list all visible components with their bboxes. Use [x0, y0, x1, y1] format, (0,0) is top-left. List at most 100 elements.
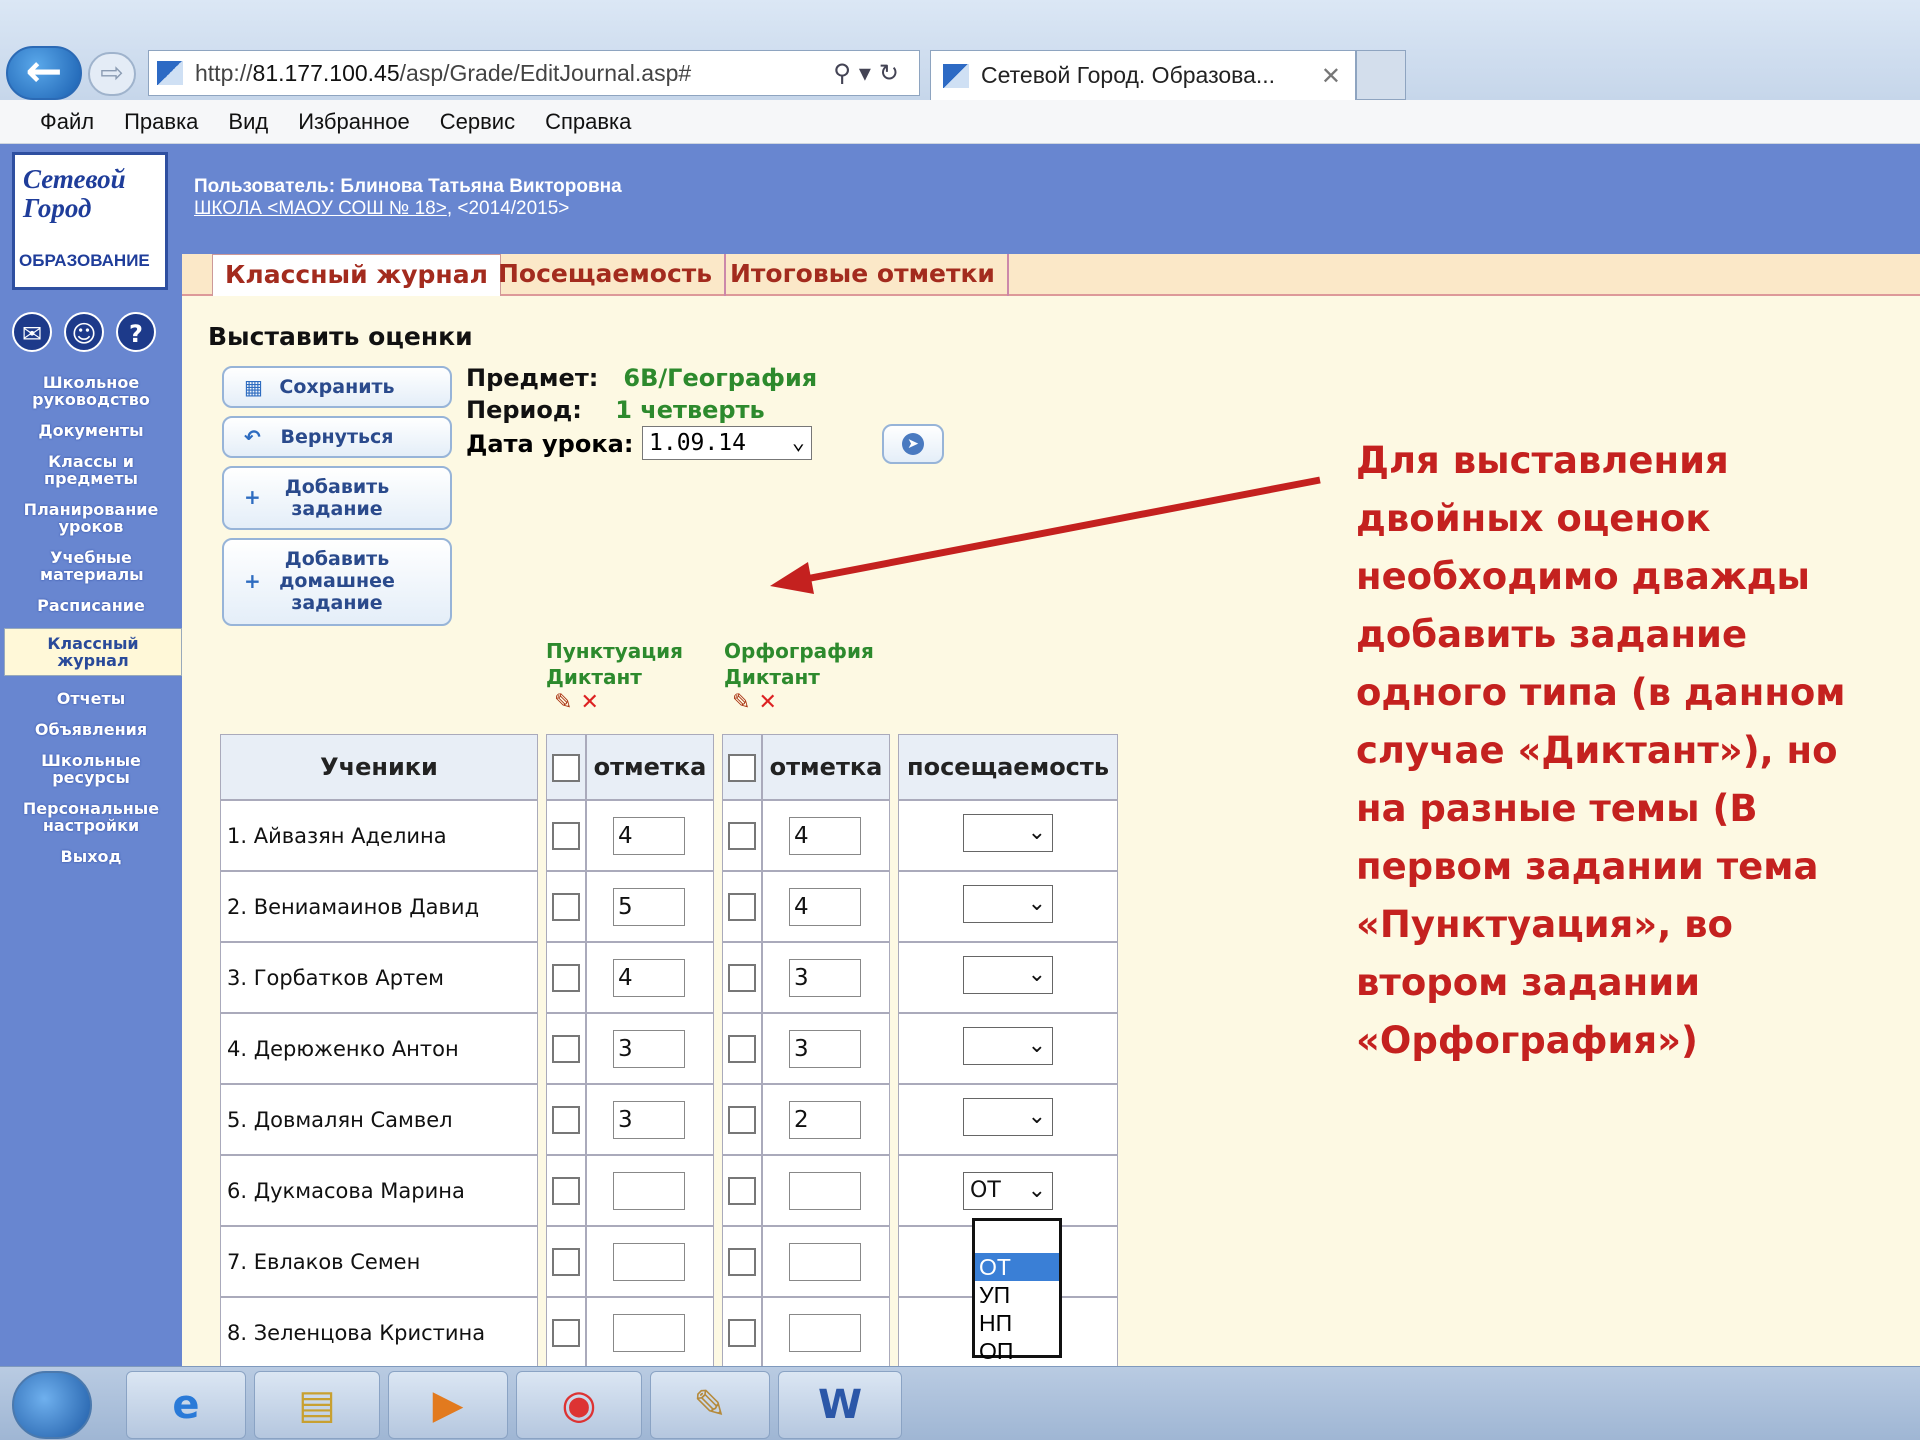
media-player-icon[interactable]: ▶	[388, 1371, 508, 1439]
help-icon[interactable]: ?	[116, 312, 156, 352]
edit-icon[interactable]: ✎	[554, 690, 572, 715]
browser-tab[interactable]: Сетевой Город. Образова... ✕	[930, 50, 1356, 100]
select-all-2[interactable]	[722, 734, 762, 800]
mark-input[interactable]: 3	[613, 1029, 685, 1068]
mark-input[interactable]	[613, 1242, 685, 1281]
attendance-select[interactable]: ⌄	[963, 1027, 1053, 1065]
tab-final-marks[interactable]: Итоговые отметки	[718, 254, 1009, 296]
nav-documents[interactable]: Документы	[0, 422, 182, 439]
add-homework-button[interactable]: + Добавить домашнее задание	[222, 538, 452, 626]
start-button[interactable]	[12, 1371, 92, 1439]
row-checkbox[interactable]	[552, 963, 580, 992]
tab-class-journal[interactable]: Классный журнал	[212, 254, 501, 296]
attendance-select[interactable]: ⌄	[963, 885, 1053, 923]
search-refresh-icon[interactable]: ⚲▾↻	[833, 59, 907, 87]
attendance-select[interactable]: ⌄	[963, 814, 1053, 852]
row-checkbox[interactable]	[552, 1247, 580, 1276]
mark-input[interactable]: 3	[789, 1029, 861, 1068]
menu-file[interactable]: Файл	[40, 109, 94, 135]
delete-icon[interactable]: ✕	[758, 690, 776, 715]
row-checkbox[interactable]	[552, 821, 580, 850]
explorer-icon[interactable]: ▤	[254, 1371, 380, 1439]
nav-schedule[interactable]: Расписание	[0, 597, 182, 614]
nav-exit[interactable]: Выход	[0, 848, 182, 865]
page-header: Пользователь: Блинова Татьяна Викторовна…	[182, 144, 1920, 254]
menu-favorites[interactable]: Избранное	[298, 109, 410, 135]
menu-edit[interactable]: Правка	[124, 109, 198, 135]
row-checkbox[interactable]	[552, 1034, 580, 1063]
row-checkbox[interactable]	[728, 1105, 756, 1134]
mark-input[interactable]: 4	[613, 958, 685, 997]
mark-input[interactable]: 4	[789, 887, 861, 926]
row-checkbox[interactable]	[728, 1034, 756, 1063]
mark-input[interactable]: 2	[789, 1100, 861, 1139]
option-op[interactable]: ОП	[975, 1337, 1059, 1365]
row-checkbox[interactable]	[728, 1176, 756, 1205]
paint-icon[interactable]: ✎	[650, 1371, 770, 1439]
mark-input[interactable]: 5	[613, 887, 685, 926]
tab-title: Сетевой Город. Образова...	[981, 62, 1276, 88]
nav-announcements[interactable]: Объявления	[0, 721, 182, 738]
menu-help[interactable]: Справка	[545, 109, 631, 135]
student-name: 3. Горбатков Артем	[220, 942, 538, 1013]
row-checkbox[interactable]	[728, 963, 756, 992]
attendance-select[interactable]: ⌄	[963, 956, 1053, 994]
chrome-icon[interactable]: ◉	[516, 1371, 642, 1439]
back-arrow-icon[interactable]: ←	[6, 46, 82, 100]
attendance-select[interactable]: ⌄	[963, 1098, 1053, 1136]
forward-arrow-icon[interactable]: ⇨	[88, 52, 136, 96]
mark-input[interactable]	[789, 1313, 861, 1352]
mark-input[interactable]	[613, 1171, 685, 1210]
save-button[interactable]: ▦ Сохранить	[222, 366, 452, 408]
word-icon[interactable]: W	[778, 1371, 902, 1439]
address-bar[interactable]: http://81.177.100.45/asp/Grade/EditJourn…	[148, 50, 920, 96]
row-checkbox[interactable]	[552, 1105, 580, 1134]
close-icon[interactable]: ✕	[1321, 62, 1341, 90]
menu-view[interactable]: Вид	[228, 109, 268, 135]
mark-input[interactable]: 4	[789, 816, 861, 855]
attendance-dropdown[interactable]: ОТ УП НП ОП	[972, 1218, 1062, 1364]
school-link[interactable]: ШКОЛА <МАОУ СОШ № 18>	[194, 198, 447, 219]
mark-input[interactable]	[613, 1313, 685, 1352]
attendance-select[interactable]: ОТ ⌄	[963, 1171, 1053, 1210]
row-checkbox[interactable]	[728, 1318, 756, 1347]
nav-lesson-planning[interactable]: Планирование уроков	[0, 501, 182, 535]
nav-school-resources[interactable]: Школьные ресурсы	[0, 752, 182, 786]
nav-personal-settings[interactable]: Персональные настройки	[0, 800, 182, 834]
row-checkbox[interactable]	[552, 1176, 580, 1205]
mark-input[interactable]	[789, 1242, 861, 1281]
left-nav: Сетевой Город ОБРАЗОВАНИЕ ✉ ☺ ? Школьное …	[0, 144, 182, 1366]
row-checkbox[interactable]	[728, 1247, 756, 1276]
nav-school-management[interactable]: Школьное руководство	[0, 374, 182, 408]
mark-input[interactable]: 4	[613, 816, 685, 855]
row-checkbox[interactable]	[728, 821, 756, 850]
ie-icon[interactable]: e	[126, 1371, 246, 1439]
row-checkbox[interactable]	[552, 1318, 580, 1347]
select-all-1[interactable]	[546, 734, 586, 800]
new-tab-button[interactable]	[1356, 50, 1406, 100]
nav-class-journal[interactable]: Классный журнал	[4, 628, 182, 676]
mark-input[interactable]: 3	[789, 958, 861, 997]
site-logo[interactable]: Сетевой Город ОБРАЗОВАНИЕ	[12, 152, 168, 290]
nav-classes-subjects[interactable]: Классы и предметы	[0, 453, 182, 487]
option-ot[interactable]: ОТ	[975, 1253, 1059, 1281]
row-checkbox[interactable]	[728, 892, 756, 921]
edit-icon[interactable]: ✎	[732, 690, 750, 715]
add-task-button[interactable]: + Добавить задание	[222, 466, 452, 530]
go-button[interactable]: ➤	[882, 424, 944, 464]
mark-input[interactable]: 3	[613, 1100, 685, 1139]
row-checkbox[interactable]	[552, 892, 580, 921]
mark-input[interactable]	[789, 1171, 861, 1210]
return-button[interactable]: ↶ Вернуться	[222, 416, 452, 458]
nav-reports[interactable]: Отчеты	[0, 690, 182, 707]
option-np[interactable]: НП	[975, 1309, 1059, 1337]
option-up[interactable]: УП	[975, 1281, 1059, 1309]
users-icon[interactable]: ☺	[64, 312, 104, 352]
nav-study-materials[interactable]: Учебные материалы	[0, 549, 182, 583]
lesson-date-select[interactable]: 1.09.14 ⌄	[642, 426, 812, 460]
tab-attendance[interactable]: Посещаемость	[486, 254, 727, 296]
attendance-header: посещаемость	[898, 734, 1118, 800]
mail-icon[interactable]: ✉	[12, 312, 52, 352]
menu-tools[interactable]: Сервис	[440, 109, 515, 135]
delete-icon[interactable]: ✕	[580, 690, 598, 715]
